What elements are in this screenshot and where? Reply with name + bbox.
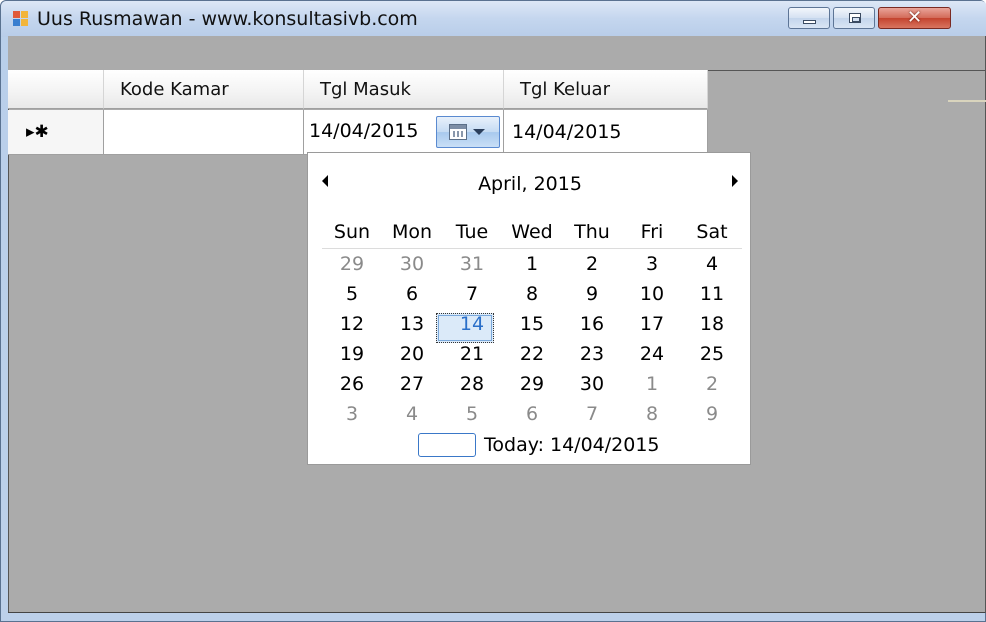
calendar-day[interactable]: 5 [322,279,382,309]
window-title: Uus Rusmawan - www.konsultasivb.com [37,8,418,30]
calendar-day[interactable]: 21 [442,339,502,369]
dow-label: Wed [511,221,553,243]
maximize-icon [849,13,861,23]
date-picker-dropdown-button[interactable] [436,116,500,148]
calendar-day[interactable]: 5 [442,399,502,429]
calendar-day[interactable]: 19 [322,339,382,369]
dow-label: Mon [391,221,433,243]
calendar-day[interactable]: 13 [382,309,442,339]
calendar-month-title[interactable]: April, 2015 [308,173,752,195]
calendar-day[interactable]: 14 [442,309,502,339]
calendar-day[interactable]: 8 [622,399,682,429]
calendar-day[interactable]: 30 [562,369,622,399]
calendar-day[interactable]: 2 [682,369,742,399]
calendar-day[interactable]: 23 [562,339,622,369]
app-icon[interactable] [13,11,29,27]
cell-kode-kamar[interactable] [104,110,304,155]
calendar-day[interactable]: 2 [562,249,622,279]
calendar-day[interactable]: 3 [322,399,382,429]
calendar-day[interactable]: 6 [382,279,442,309]
calendar-day[interactable]: 10 [622,279,682,309]
next-month-icon[interactable] [732,175,738,187]
calendar-day[interactable]: 29 [502,369,562,399]
grid-corner-header[interactable] [8,70,104,109]
dow-label: Thu [574,221,610,243]
calendar-day[interactable]: 11 [682,279,742,309]
calendar-day[interactable]: 26 [322,369,382,399]
month-calendar-dropdown: April, 2015 Sun Mon Tue Wed Thu Fri Sat … [307,152,751,465]
calendar-day[interactable]: 25 [682,339,742,369]
calendar-day[interactable]: 18 [682,309,742,339]
calendar-day[interactable]: 24 [622,339,682,369]
today-marker[interactable] [418,433,476,457]
calendar-day[interactable]: 12 [322,309,382,339]
calendar-day[interactable]: 15 [502,309,562,339]
calendar-day[interactable]: 16 [562,309,622,339]
calendar-day[interactable]: 28 [442,369,502,399]
maximize-button[interactable] [833,7,875,29]
column-header-tgl-masuk[interactable]: Tgl Masuk [304,70,504,109]
close-icon: ✕ [906,7,923,28]
calendar-day[interactable]: 9 [562,279,622,309]
calendar-day[interactable]: 20 [382,339,442,369]
minimize-icon [803,20,816,24]
calendar-day[interactable]: 6 [502,399,562,429]
column-header-kode-kamar[interactable]: Kode Kamar [104,70,304,109]
calendar-day[interactable]: 29 [322,249,382,279]
column-header-tgl-keluar[interactable]: Tgl Keluar [504,70,708,109]
calendar-icon [449,124,467,140]
calendar-day[interactable]: 7 [562,399,622,429]
window-bottom-edge [8,612,986,613]
client-area-top [8,36,986,70]
title-bar[interactable]: Uus Rusmawan - www.konsultasivb.com ✕ [1,1,986,37]
calendar-day[interactable]: 17 [622,309,682,339]
calendar-day[interactable]: 8 [502,279,562,309]
calendar-day[interactable]: 27 [382,369,442,399]
day-of-week-header: Sun Mon Tue Wed Thu Fri Sat [322,219,742,249]
calendar-day[interactable]: 31 [442,249,502,279]
dow-label: Fri [640,221,664,243]
new-row-indicator[interactable]: ▸✱ [8,110,104,155]
dow-label: Sun [333,221,371,243]
cell-tgl-keluar[interactable]: 14/04/2015 [504,110,708,155]
minimize-button[interactable] [788,7,830,29]
calendar-day[interactable]: 4 [682,249,742,279]
close-button[interactable]: ✕ [878,7,951,29]
calendar-day[interactable]: 1 [622,369,682,399]
calendar-day[interactable]: 7 [442,279,502,309]
calendar-day[interactable]: 4 [382,399,442,429]
splitter-handle[interactable] [948,100,986,102]
cell-tgl-masuk[interactable]: 14/04/2015 [304,110,504,155]
date-picker-value[interactable]: 14/04/2015 [309,120,419,142]
today-link[interactable]: Today: 14/04/2015 [484,434,660,456]
calendar-day[interactable]: 30 [382,249,442,279]
chevron-down-icon [473,129,485,135]
dow-label: Tue [455,221,489,243]
calendar-day[interactable]: 3 [622,249,682,279]
calendar-day[interactable]: 22 [502,339,562,369]
calendar-day[interactable]: 9 [682,399,742,429]
calendar-day[interactable]: 1 [502,249,562,279]
dow-label: Sat [696,221,728,243]
